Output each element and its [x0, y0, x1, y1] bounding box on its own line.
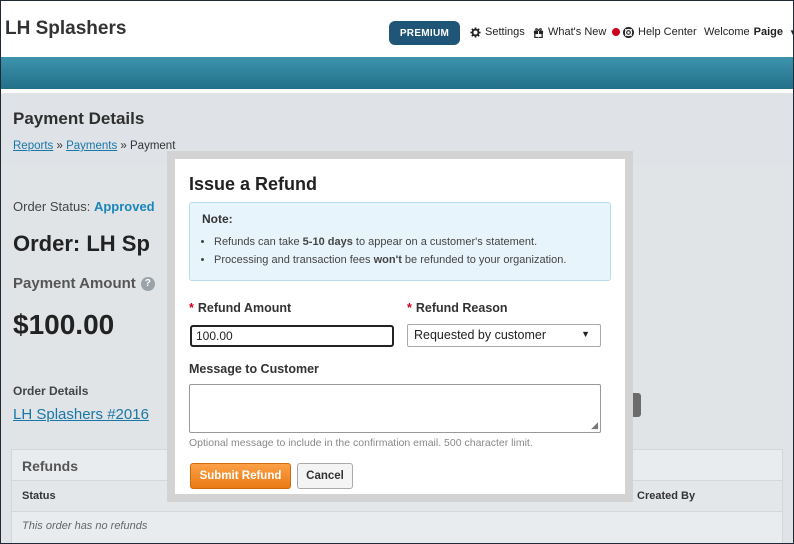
whats-new-link[interactable]: What's New — [533, 26, 621, 38]
breadcrumb-separator: » — [117, 140, 131, 152]
required-mark: * — [189, 301, 194, 315]
premium-button[interactable]: PREMIUM — [389, 21, 460, 45]
order-title: Order: LH Sp — [13, 231, 150, 256]
hidden-action-button[interactable] — [633, 393, 641, 417]
app-window: LH Splashers PREMIUM Settings What's New… — [0, 0, 794, 544]
page-title: Payment Details — [13, 109, 145, 128]
refunds-empty-message: This order has no refunds — [22, 520, 148, 532]
chevron-down-icon: ▼ — [789, 28, 793, 37]
message-hint: Optional message to include in the confi… — [189, 437, 533, 449]
top-header: LH Splashers PREMIUM Settings What's New… — [1, 1, 793, 57]
note-box: Note: Refunds can take 5-10 days to appe… — [189, 202, 611, 281]
list-item: Refunds can take 5-10 days to appear on … — [214, 236, 566, 248]
payment-amount-label: Payment Amount ? — [13, 275, 155, 292]
help-center-link[interactable]: Help Center — [623, 26, 697, 38]
refund-reason-select[interactable]: Requested by customer ▼ — [407, 324, 601, 347]
modal-title: Issue a Refund — [189, 174, 318, 194]
chevron-down-icon: ▼ — [581, 329, 590, 339]
submit-refund-button[interactable]: Submit Refund — [190, 463, 291, 489]
note-list: Refunds can take 5-10 days to appear on … — [214, 236, 566, 272]
order-status-value: Approved — [93, 199, 155, 214]
order-status-label: Order Status: — [13, 199, 91, 214]
payment-amount-label-text: Payment Amount — [13, 275, 136, 292]
payment-amount: $100.00 — [13, 309, 115, 340]
required-mark: * — [407, 301, 412, 315]
brand-title: LH Splashers — [5, 18, 127, 39]
message-label: Message to Customer — [189, 362, 319, 376]
breadcrumb: Reports » Payments » Payment — [13, 140, 175, 152]
refund-amount-label: * Refund Amount — [189, 301, 292, 315]
settings-label: Settings — [485, 26, 525, 38]
refund-modal: Issue a Refund Note: Refunds can take 5-… — [167, 151, 633, 502]
refund-reason-value: Requested by customer — [414, 328, 547, 342]
brand-bar — [1, 57, 793, 89]
column-created-by: Created By — [637, 490, 696, 502]
resize-handle-icon[interactable]: ◢ — [591, 420, 598, 431]
breadcrumb-separator: » — [53, 140, 67, 152]
column-status: Status — [22, 490, 56, 502]
refunds-title: Refunds — [22, 458, 78, 474]
help-icon[interactable]: ? — [140, 276, 155, 291]
user-name: Paige — [753, 26, 784, 38]
breadcrumb-payments[interactable]: Payments — [66, 140, 117, 152]
help-center-label: Help Center — [638, 26, 697, 38]
refund-reason-label: * Refund Reason — [407, 301, 508, 315]
cancel-button[interactable]: Cancel — [297, 463, 353, 489]
message-textarea[interactable]: ◢ — [189, 384, 601, 433]
list-item: Processing and transaction fees won't be… — [214, 254, 566, 266]
note-title: Note: — [202, 212, 233, 226]
welcome-prefix: Welcome — [704, 26, 750, 38]
order-details-link[interactable]: LH Splashers #2016 — [13, 406, 149, 423]
refund-amount-input[interactable] — [190, 325, 394, 347]
gear-icon — [470, 26, 481, 38]
lifebuoy-icon — [623, 26, 634, 38]
whats-new-label: What's New — [548, 26, 607, 38]
user-menu[interactable]: Welcome Paige ▼ — [704, 26, 793, 38]
order-status: Order Status: Approved — [13, 199, 155, 214]
notification-dot — [612, 28, 621, 36]
settings-link[interactable]: Settings — [470, 26, 525, 38]
order-details-label: Order Details — [13, 384, 89, 398]
breadcrumb-reports[interactable]: Reports — [13, 140, 53, 152]
gift-icon — [533, 27, 544, 38]
